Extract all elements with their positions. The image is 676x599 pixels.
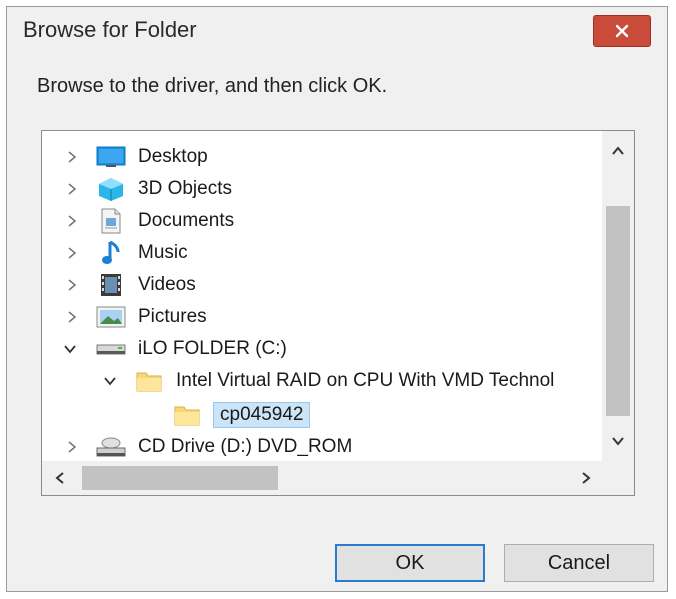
vertical-scrollbar[interactable] xyxy=(602,131,634,461)
scroll-up-arrow-icon[interactable] xyxy=(610,143,626,159)
tree-item-label-selected: cp045942 xyxy=(213,402,311,428)
tree-item-label: 3D Objects xyxy=(138,178,232,199)
tree-item-documents[interactable]: Documents xyxy=(42,205,604,237)
desktop-icon xyxy=(96,144,126,170)
chevron-right-icon[interactable] xyxy=(64,245,80,261)
tree-item-label: Desktop xyxy=(138,146,208,167)
chevron-right-icon[interactable] xyxy=(64,277,80,293)
tree-item-ilo-folder-drive[interactable]: iLO FOLDER (C:) xyxy=(42,333,604,365)
drive-icon xyxy=(96,336,126,362)
cancel-button[interactable]: Cancel xyxy=(504,544,654,582)
chevron-right-icon[interactable] xyxy=(64,213,80,229)
close-icon xyxy=(615,24,629,38)
ok-button[interactable]: OK xyxy=(335,544,485,582)
tree-item-desktop[interactable]: Desktop xyxy=(42,141,604,173)
videos-icon xyxy=(96,272,126,298)
scroll-down-arrow-icon[interactable] xyxy=(610,433,626,449)
cd-drive-icon xyxy=(96,434,126,460)
horizontal-scroll-thumb[interactable] xyxy=(82,466,278,490)
tree-item-videos[interactable]: Videos xyxy=(42,269,604,301)
chevron-right-icon[interactable] xyxy=(64,149,80,165)
browse-for-folder-dialog: Browse for Folder Browse to the driver, … xyxy=(6,6,668,592)
instruction-text: Browse to the driver, and then click OK. xyxy=(37,75,388,97)
chevron-right-icon[interactable] xyxy=(64,439,80,455)
3d-objects-icon xyxy=(96,176,126,202)
chevron-down-icon[interactable] xyxy=(102,373,118,389)
tree-item-label: Music xyxy=(138,242,188,263)
title-bar[interactable]: Browse for Folder xyxy=(7,7,667,53)
documents-icon xyxy=(96,208,126,234)
scroll-left-arrow-icon[interactable] xyxy=(52,470,68,486)
chevron-right-icon[interactable] xyxy=(64,309,80,325)
folder-icon xyxy=(172,402,202,428)
tree-item-cd-drive[interactable]: CD Drive (D:) DVD_ROM xyxy=(42,431,604,461)
vertical-scroll-thumb[interactable] xyxy=(606,206,630,416)
tree-item-pictures[interactable]: Pictures xyxy=(42,301,604,333)
tree-item-label: Pictures xyxy=(138,306,207,327)
tree-item-label: CD Drive (D:) DVD_ROM xyxy=(138,436,353,457)
close-button[interactable] xyxy=(593,15,651,47)
scroll-right-arrow-icon[interactable] xyxy=(578,470,594,486)
tree-item-label: Videos xyxy=(138,274,196,295)
tree-viewport: Desktop 3D Objects Documents Music Video… xyxy=(42,131,604,461)
dialog-title: Browse for Folder xyxy=(23,17,197,42)
tree-item-label: Intel Virtual RAID on CPU With VMD Techn… xyxy=(176,370,555,391)
folder-icon xyxy=(134,368,164,394)
pictures-icon xyxy=(96,304,126,330)
music-icon xyxy=(96,240,126,266)
tree-item-label: Documents xyxy=(138,210,235,231)
tree-item-cp045942-folder[interactable]: cp045942 xyxy=(42,399,604,431)
tree-item-label: iLO FOLDER (C:) xyxy=(138,338,287,359)
tree-item-3d-objects[interactable]: 3D Objects xyxy=(42,173,604,205)
horizontal-scrollbar[interactable] xyxy=(42,461,604,495)
tree-item-music[interactable]: Music xyxy=(42,237,604,269)
chevron-down-icon[interactable] xyxy=(62,341,78,357)
scrollbar-corner xyxy=(602,461,634,495)
chevron-right-icon[interactable] xyxy=(64,181,80,197)
tree-item-intel-vroc-folder[interactable]: Intel Virtual RAID on CPU With VMD Techn… xyxy=(42,365,604,397)
folder-tree[interactable]: Desktop 3D Objects Documents Music Video… xyxy=(41,130,635,496)
